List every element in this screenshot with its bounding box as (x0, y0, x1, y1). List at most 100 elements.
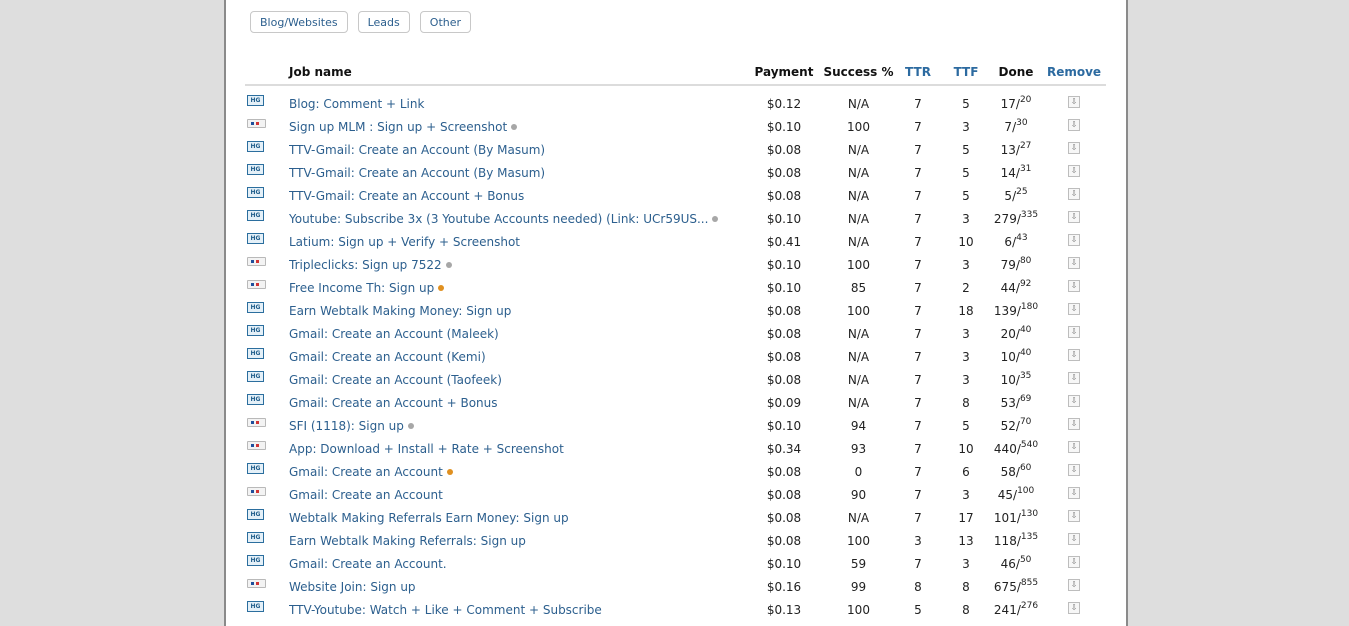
success-cell: 100 (847, 533, 870, 548)
success-cell: N/A (847, 510, 870, 525)
done-total: 70 (1019, 416, 1032, 427)
remove-arrow-icon[interactable]: ⇩ (1068, 211, 1080, 223)
payment-cell: $0.08 (766, 349, 802, 364)
job-name-link[interactable]: Gmail: Create an Account + Bonus (289, 396, 498, 410)
success-cell: N/A (847, 395, 870, 410)
job-name-link[interactable]: Gmail: Create an Account (289, 488, 443, 502)
ttr-cell: 7 (914, 165, 922, 180)
job-name-cell: Free Income Th: Sign up (289, 276, 745, 299)
payment-cell: $0.08 (766, 303, 802, 318)
remove-arrow-icon[interactable]: ⇩ (1068, 234, 1080, 246)
job-name-link[interactable]: Free Income Th: Sign up (289, 281, 434, 295)
filter-button-blog-websites[interactable]: Blog/Websites (250, 11, 348, 33)
remove-arrow-icon[interactable]: ⇩ (1068, 487, 1080, 499)
payment-cell: $0.41 (766, 234, 802, 249)
status-dot-icon (712, 216, 719, 222)
done-total: 100 (1017, 485, 1035, 496)
job-name-cell: Youtube: Subscribe 3x (3 Youtube Account… (289, 207, 745, 230)
job-name-link[interactable]: Gmail: Create an Account (Maleek) (289, 327, 499, 341)
job-type-cell: HG (245, 92, 289, 115)
hg-icon: HG (247, 554, 264, 566)
remove-arrow-icon[interactable]: ⇩ (1068, 418, 1080, 430)
done-cell: 46/50 (990, 552, 1042, 575)
job-name-link[interactable]: Gmail: Create an Account (289, 465, 443, 479)
success-cell: 90 (850, 487, 867, 502)
success-cell: 100 (847, 119, 870, 134)
ttf-cell: 10 (958, 234, 974, 249)
remove-arrow-icon[interactable]: ⇩ (1068, 257, 1080, 269)
payment-cell: $0.10 (766, 257, 802, 272)
remove-arrow-icon[interactable]: ⇩ (1068, 395, 1080, 407)
job-name-link[interactable]: Gmail: Create an Account. (289, 557, 447, 571)
job-name-link[interactable]: Earn Webtalk Making Money: Sign up (289, 304, 511, 318)
success-cell: N/A (847, 326, 870, 341)
ttf-cell: 5 (962, 142, 970, 157)
job-name-link[interactable]: Tripleclicks: Sign up 7522 (289, 258, 442, 272)
done-total: 540 (1020, 439, 1039, 450)
remove-arrow-icon[interactable]: ⇩ (1068, 556, 1080, 568)
job-name-link[interactable]: Youtube: Subscribe 3x (3 Youtube Account… (289, 212, 708, 226)
ttr-cell: 7 (914, 556, 922, 571)
remove-arrow-icon[interactable]: ⇩ (1068, 119, 1080, 131)
success-cell: N/A (847, 142, 870, 157)
header-ttf[interactable]: TTF (942, 60, 990, 86)
filter-button-leads[interactable]: Leads (357, 11, 410, 33)
header-remove[interactable]: Remove (1042, 60, 1106, 86)
remove-arrow-icon[interactable]: ⇩ (1068, 441, 1080, 453)
job-name-link[interactable]: TTV-Gmail: Create an Account + Bonus (289, 189, 524, 203)
done-cell: 17/20 (990, 92, 1042, 115)
remove-arrow-icon[interactable]: ⇩ (1068, 602, 1080, 614)
job-name-link[interactable]: SFI (1118): Sign up (289, 419, 404, 433)
remove-cell: ⇩ (1042, 184, 1106, 207)
done-count: 279 (993, 211, 1017, 226)
job-name-link[interactable]: Earn Webtalk Making Referrals: Sign up (289, 534, 526, 548)
job-name-link[interactable]: Webtalk Making Referrals Earn Money: Sig… (289, 511, 569, 525)
payment-cell: $0.10 (766, 211, 802, 226)
job-name-cell: Blog: Comment + Link (289, 92, 745, 115)
remove-arrow-icon[interactable]: ⇩ (1068, 533, 1080, 545)
job-name-link[interactable]: Sign up MLM : Sign up + Screenshot (289, 120, 507, 134)
remove-arrow-icon[interactable]: ⇩ (1068, 165, 1080, 177)
header-job-name: Job name (289, 60, 745, 86)
remove-arrow-icon[interactable]: ⇩ (1068, 303, 1080, 315)
remove-cell: ⇩ (1042, 483, 1106, 506)
ttr-cell: 7 (914, 303, 922, 318)
header-ttr[interactable]: TTR (894, 60, 942, 86)
job-name-link[interactable]: TTV-Gmail: Create an Account (By Masum) (289, 166, 545, 180)
remove-cell: ⇩ (1042, 115, 1106, 138)
ttr-cell: 7 (914, 119, 922, 134)
job-name-link[interactable]: Website Join: Sign up (289, 580, 416, 594)
hg-icon: HG (247, 508, 264, 520)
table-row: HG Earn Webtalk Making Referrals: Sign up… (245, 529, 1106, 552)
job-name-cell: Gmail: Create an Account + Bonus (289, 391, 745, 414)
remove-arrow-icon[interactable]: ⇩ (1068, 96, 1080, 108)
country-flag-icon (247, 256, 266, 266)
remove-arrow-icon[interactable]: ⇩ (1068, 510, 1080, 522)
payment-cell: $0.10 (766, 556, 802, 571)
remove-arrow-icon[interactable]: ⇩ (1068, 188, 1080, 200)
job-name-link[interactable]: Latium: Sign up + Verify + Screenshot (289, 235, 520, 249)
job-name-link[interactable]: App: Download + Install + Rate + Screens… (289, 442, 564, 456)
filter-button-other[interactable]: Other (419, 11, 472, 33)
job-name-link[interactable]: TTV-Youtube: Watch + Like + Comment + Su… (289, 603, 602, 617)
done-count: 79 (1000, 257, 1016, 272)
jobs-table: Job name Payment Success % TTR TTF Done … (245, 60, 1106, 621)
header-icon (245, 60, 289, 86)
remove-arrow-icon[interactable]: ⇩ (1068, 464, 1080, 476)
table-row: HG Latium: Sign up + Verify + Screenshot $… (245, 230, 1106, 253)
remove-arrow-icon[interactable]: ⇩ (1068, 579, 1080, 591)
remove-arrow-icon[interactable]: ⇩ (1068, 142, 1080, 154)
job-name-link[interactable]: Gmail: Create an Account (Kemi) (289, 350, 486, 364)
job-name-link[interactable]: Blog: Comment + Link (289, 97, 424, 111)
job-name-link[interactable]: TTV-Gmail: Create an Account (By Masum) (289, 143, 545, 157)
job-type-cell: HG (245, 138, 289, 161)
job-name-link[interactable]: Gmail: Create an Account (Taofeek) (289, 373, 502, 387)
job-type-cell: HG (245, 230, 289, 253)
remove-arrow-icon[interactable]: ⇩ (1068, 349, 1080, 361)
job-type-cell: HG (245, 184, 289, 207)
done-cell: 53/69 (990, 391, 1042, 414)
remove-arrow-icon[interactable]: ⇩ (1068, 372, 1080, 384)
remove-arrow-icon[interactable]: ⇩ (1068, 280, 1080, 292)
done-cell: 675/855 (990, 575, 1042, 598)
remove-arrow-icon[interactable]: ⇩ (1068, 326, 1080, 338)
